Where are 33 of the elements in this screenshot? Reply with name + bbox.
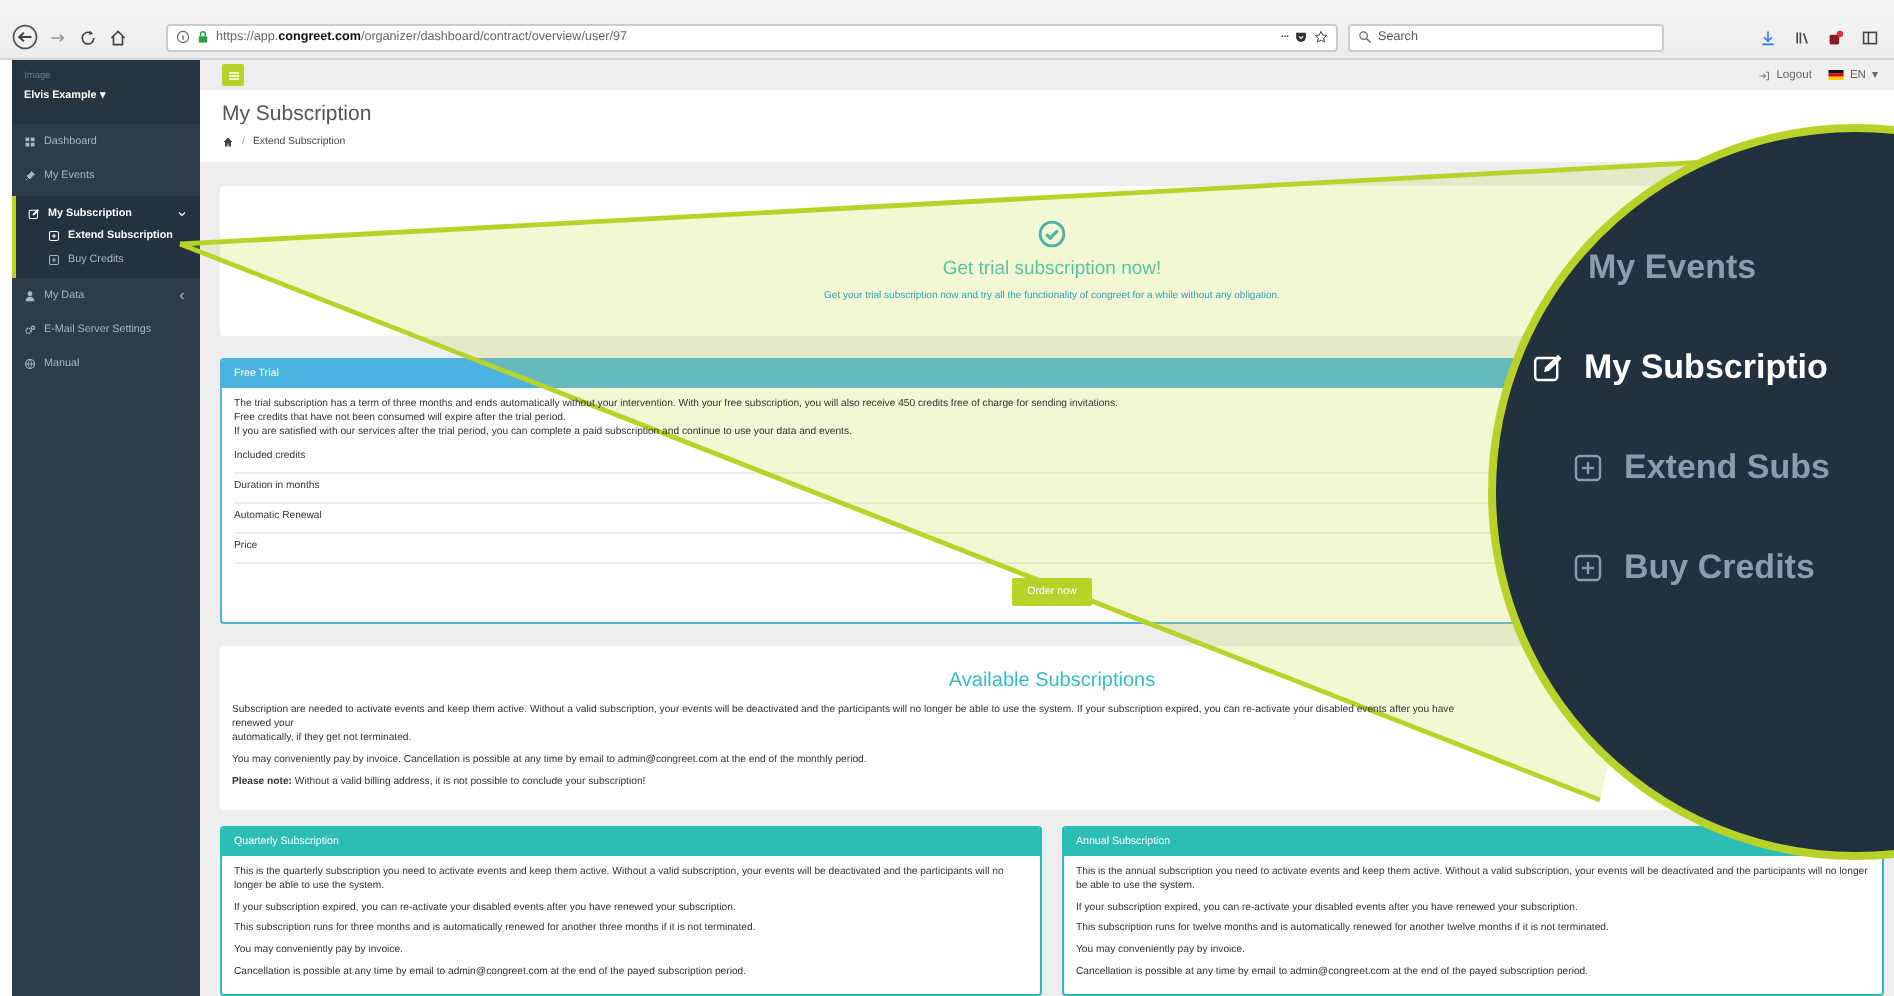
flag-icon[interactable] [1827,70,1844,81]
sidebar-icon[interactable] [1862,29,1878,45]
chevron-down-icon [176,207,188,219]
star-icon[interactable] [1314,30,1328,44]
pin-icon [24,169,36,181]
plus-square-icon [1572,452,1604,484]
lock-icon[interactable] [196,30,210,44]
back-icon[interactable] [12,24,38,50]
page-title: My Subscription [222,102,374,127]
download-icon[interactable] [1760,29,1776,45]
section-title: Available Subscriptions [946,667,1158,695]
library-icon[interactable] [1794,29,1810,45]
home-icon[interactable] [222,136,234,149]
edit-icon [28,207,40,219]
menu-icon [225,67,241,84]
globe-icon [24,357,36,369]
banner-title: Get trial subscription now! [942,258,1162,281]
chevron-left-icon [176,289,188,301]
check-circle-icon [1038,220,1066,249]
home-icon[interactable] [108,27,128,47]
shield-icon[interactable] [1294,30,1308,44]
grid-icon [24,135,36,147]
reload-icon[interactable] [78,27,98,47]
logout-icon[interactable] [1758,69,1771,82]
plus-square-icon [1572,552,1604,584]
search-icon [1358,30,1372,44]
gears-icon [24,323,36,335]
plus-square-icon [48,254,60,266]
edit-icon [1532,352,1564,384]
info-icon[interactable] [176,30,190,44]
extension-icon[interactable] [1828,29,1844,45]
plus-square-icon [48,230,60,242]
user-icon [24,289,36,301]
